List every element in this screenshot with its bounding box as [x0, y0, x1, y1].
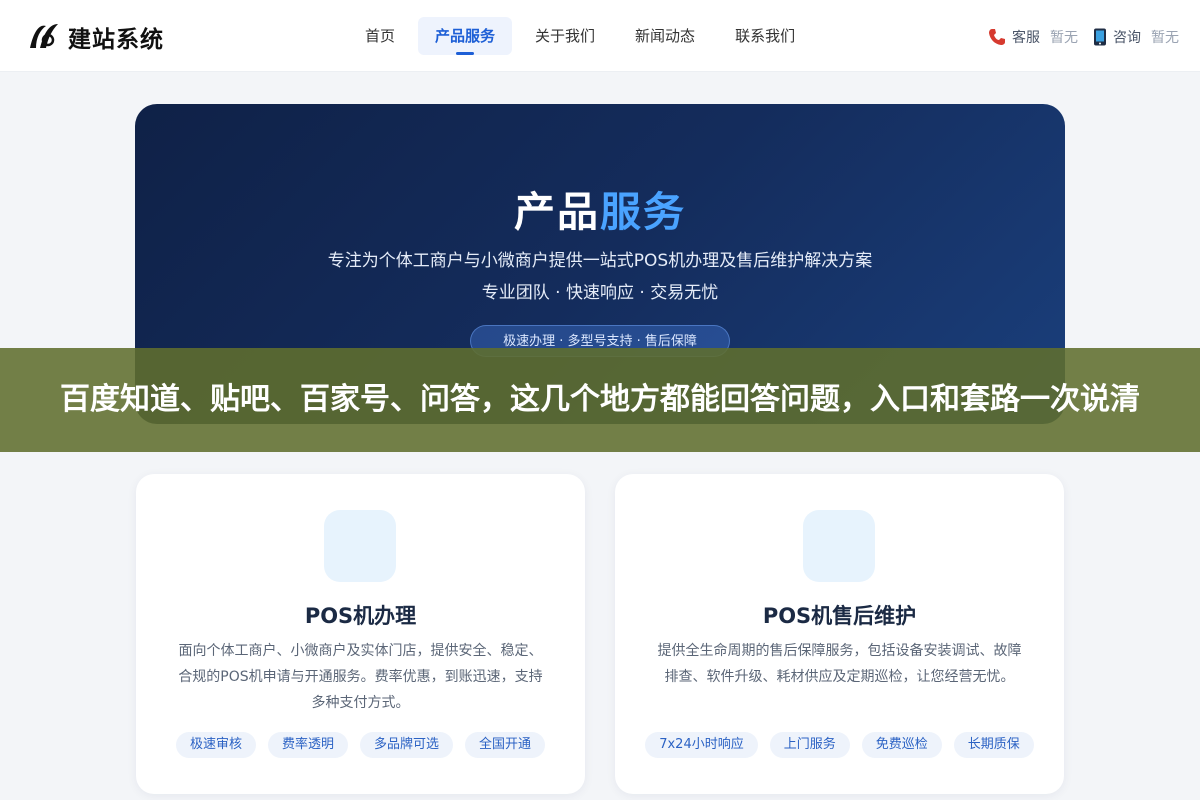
tag: 长期质保: [953, 732, 1034, 758]
card-tags: 7x24小时响应 上门服务 免费巡检 长期质保: [615, 732, 1064, 758]
service-card-after-sales[interactable]: POS机售后维护 提供全生命周期的售后保障服务，包括设备安装调试、故障排查、软件…: [615, 474, 1064, 794]
nav-item-news[interactable]: 新闻动态: [618, 17, 712, 55]
hero-title: 产品服务: [135, 178, 1065, 238]
card-tags: 极速审核 费率透明 多品牌可选 全国开通: [136, 732, 585, 758]
service-card-pos-application[interactable]: POS机办理 面向个体工商户、小微商户及实体门店，提供安全、稳定、合规的POS机…: [136, 474, 585, 794]
logo-text: 建站系统: [68, 27, 164, 53]
phone-icon: [989, 29, 1005, 45]
service-icon: [803, 510, 875, 582]
nav-item-contact[interactable]: 联系我们: [718, 17, 812, 55]
nav-item-home[interactable]: 首页: [348, 17, 412, 55]
nav-item-products[interactable]: 产品服务: [418, 17, 513, 55]
top-navigation-bar: 建站系统 首页 产品服务 关于我们 新闻动态 联系我们 客服 暂无 咨询 暂无: [0, 0, 1200, 72]
hero-title-accent: 服务: [600, 188, 686, 236]
tag: 费率透明: [267, 732, 348, 758]
contact-service[interactable]: 客服 暂无: [988, 27, 1078, 47]
contact-consult[interactable]: 咨询 暂无: [1093, 27, 1179, 47]
contact-consult-value: 暂无: [1151, 30, 1179, 46]
service-icon: [324, 510, 396, 582]
hero-tagline: 专业团队 · 快速响应 · 交易无忧: [481, 283, 719, 303]
card-description: 面向个体工商户、小微商户及实体门店，提供安全、稳定、合规的POS机申请与开通服务…: [178, 643, 543, 711]
headline-banner: 百度知道、贴吧、百家号、问答，这几个地方都能回答问题，入口和套路一次说清: [0, 348, 1200, 452]
tag: 免费巡检: [861, 732, 942, 758]
tag: 多品牌可选: [360, 732, 454, 758]
tag: 上门服务: [769, 732, 850, 758]
card-title: POS机售后维护: [762, 604, 917, 628]
main-nav: 首页 产品服务 关于我们 新闻动态 联系我们: [348, 17, 818, 55]
hero-title-main: 产品: [514, 188, 600, 236]
logo-icon: [30, 24, 58, 48]
tag: 7x24小时响应: [645, 732, 758, 758]
hero-subtitle: 专注为个体工商户与小微商户提供一站式POS机办理及售后维护解决方案: [327, 251, 873, 271]
contact-consult-label: 咨询: [1113, 30, 1141, 46]
tag: 极速审核: [175, 732, 256, 758]
tag: 全国开通: [465, 732, 546, 758]
card-description: 提供全生命周期的售后保障服务，包括设备安装调试、故障排查、软件升级、耗材供应及定…: [657, 643, 1022, 685]
contact-service-value: 暂无: [1050, 30, 1078, 46]
site-logo[interactable]: 建站系统: [26, 20, 164, 54]
nav-item-about[interactable]: 关于我们: [518, 17, 612, 55]
mobile-icon: [1094, 28, 1106, 46]
banner-headline: 百度知道、贴吧、百家号、问答，这几个地方都能回答问题，入口和套路一次说清: [60, 382, 1140, 417]
contact-service-label: 客服: [1012, 30, 1040, 46]
card-title: POS机办理: [304, 604, 417, 628]
